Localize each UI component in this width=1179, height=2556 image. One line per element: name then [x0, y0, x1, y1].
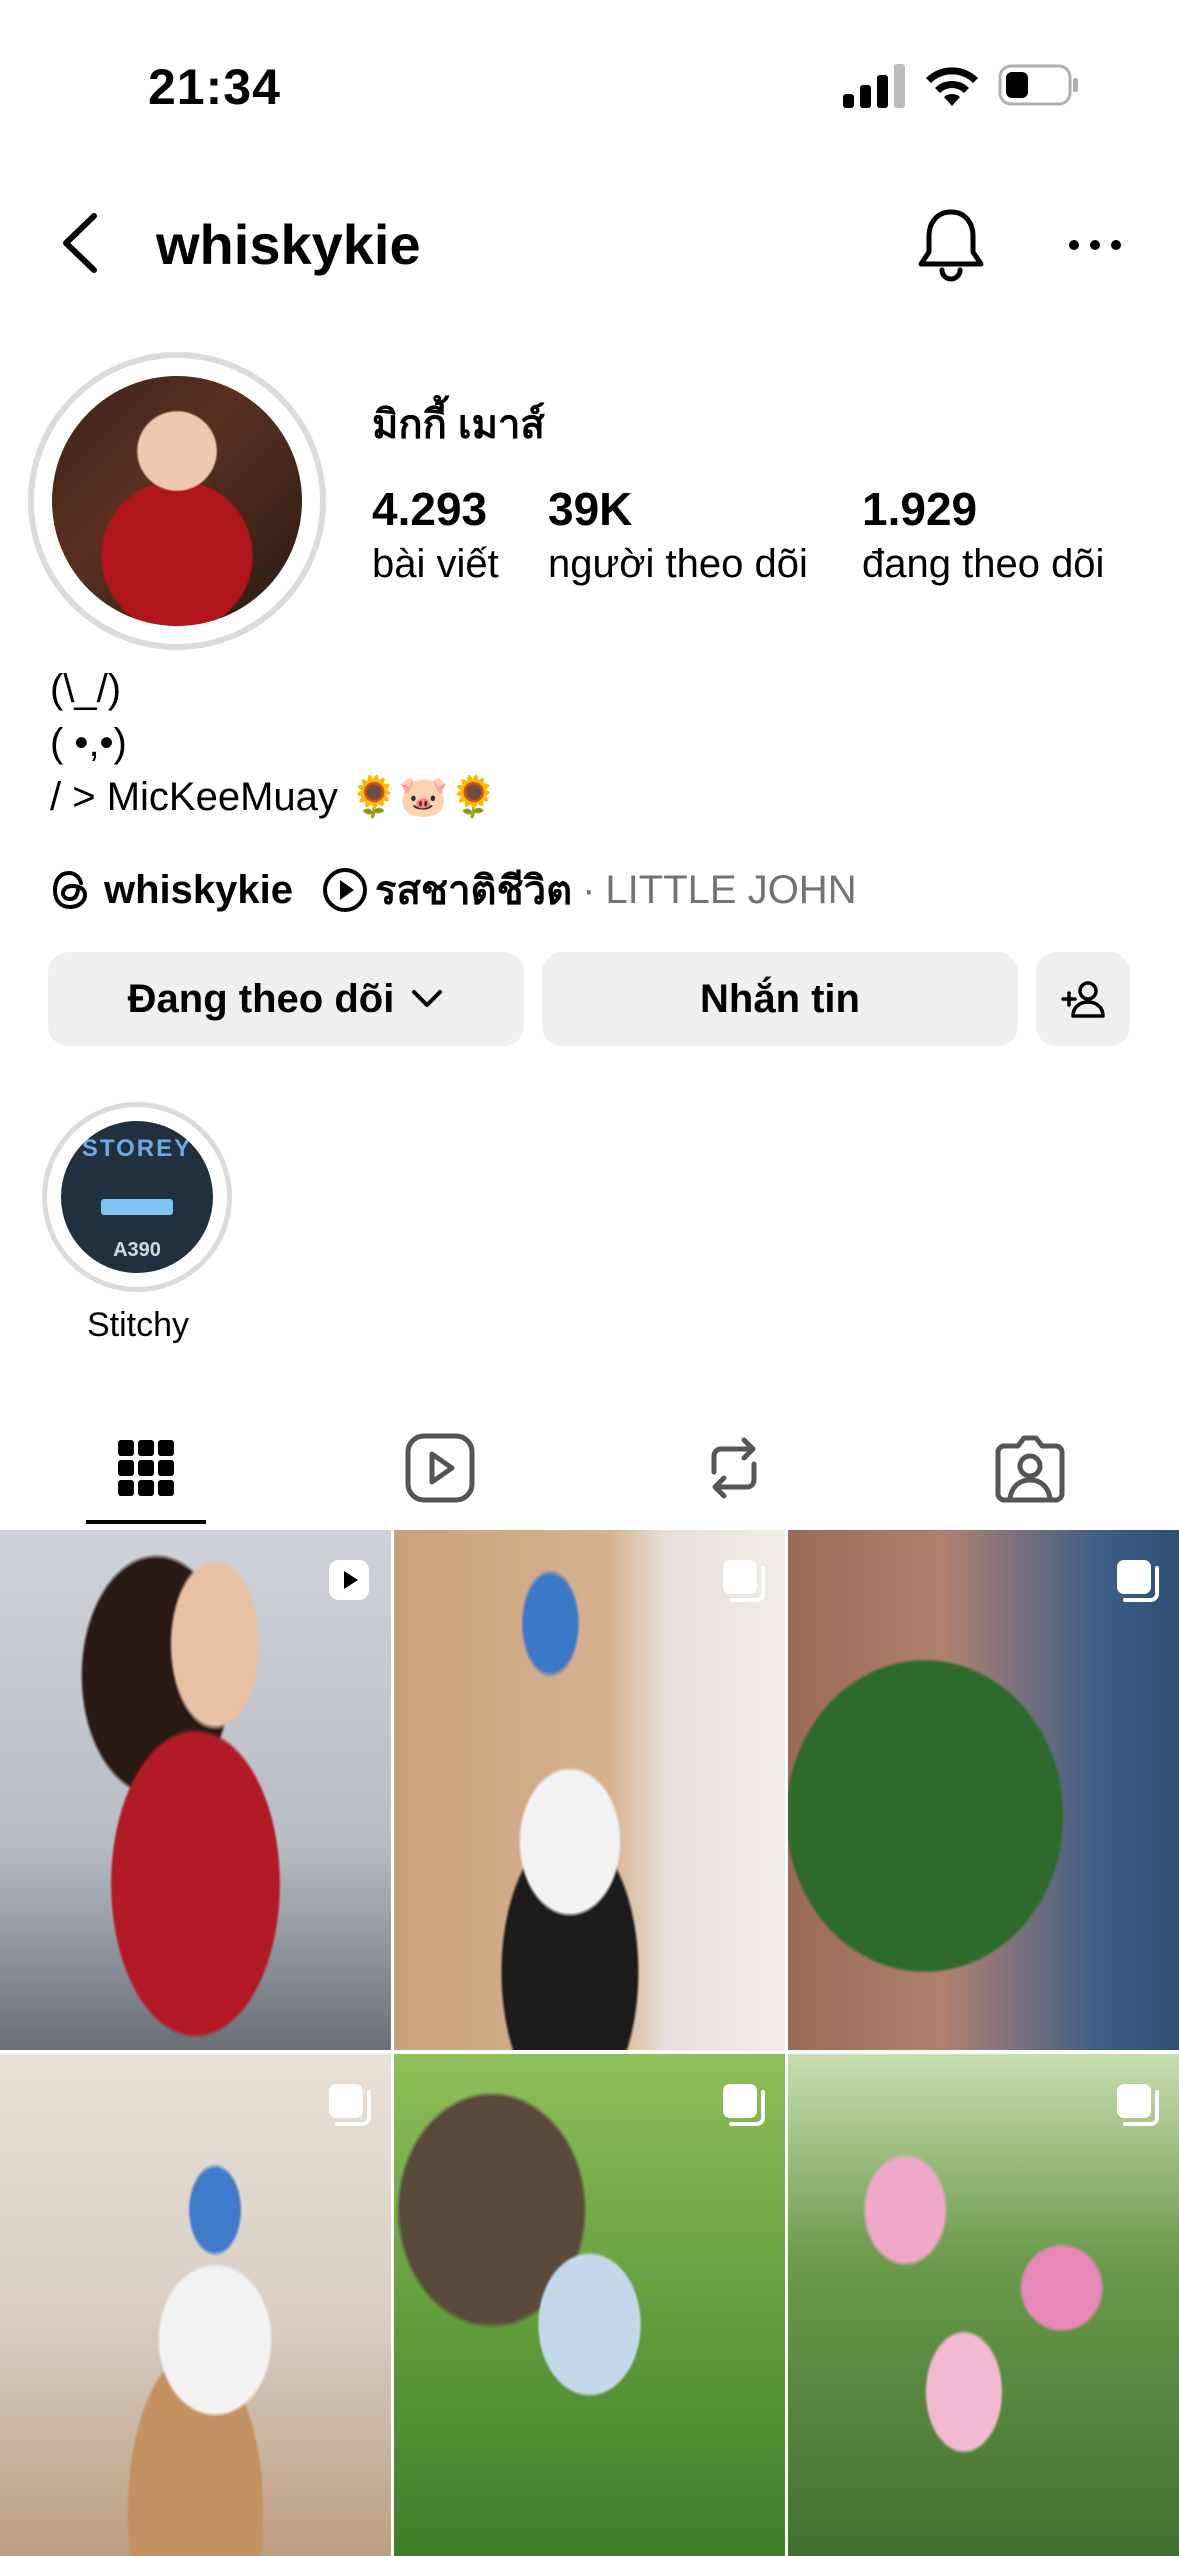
song-separator: ·: [582, 867, 596, 912]
stat-followers-label: người theo dõi: [548, 542, 808, 586]
post-thumbnail[interactable]: [394, 1530, 785, 2050]
bell-icon[interactable]: [914, 204, 988, 284]
profile-links: whiskykie รสชาติชีวิต · LITTLE JOHN: [50, 862, 857, 918]
post-thumbnail[interactable]: [0, 2054, 391, 2556]
carousel-badge-icon: [1117, 2084, 1159, 2126]
stat-posts-value: 4.293: [372, 483, 488, 535]
following-button[interactable]: Đang theo dõi: [48, 952, 524, 1046]
profile-avatar[interactable]: [28, 352, 326, 650]
reels-icon[interactable]: [400, 1428, 480, 1508]
status-bar: 21:34: [0, 0, 1179, 160]
page-title: whiskykie: [156, 213, 421, 276]
reposts-icon[interactable]: [694, 1428, 774, 1508]
back-chevron-icon[interactable]: [52, 208, 112, 278]
post-thumbnail[interactable]: [788, 2054, 1179, 2556]
highlight-cover: STOREY A390: [61, 1121, 213, 1273]
profile-header: whiskykie: [0, 190, 1179, 300]
stat-posts[interactable]: 4.293 bài viết: [372, 482, 499, 587]
stat-following-label: đang theo dõi: [862, 542, 1105, 586]
highlight-label: Stitchy: [86, 1306, 190, 1344]
bio: (\_/) ( •,•) / > MicKeeMuay 🌻🐷🌻: [50, 662, 498, 824]
music-play-icon[interactable]: [321, 866, 369, 914]
battery-icon: [998, 64, 1078, 106]
highlight-cover-banner: [101, 1199, 173, 1215]
song-artist[interactable]: LITTLE JOHN: [605, 868, 856, 913]
message-button[interactable]: Nhắn tin: [542, 952, 1018, 1046]
status-time: 21:34: [148, 59, 281, 115]
carousel-badge-icon: [723, 2084, 765, 2126]
carousel-badge-icon: [329, 2084, 371, 2126]
post-thumbnail[interactable]: [0, 1530, 391, 2050]
wifi-icon: [926, 67, 978, 106]
tagged-icon[interactable]: [990, 1428, 1070, 1508]
chevron-down-icon: [412, 990, 443, 1007]
post-grid: [0, 1530, 1179, 2556]
carousel-badge-icon: [723, 1560, 765, 1602]
bio-line: / > MicKeeMuay 🌻🐷🌻: [50, 775, 499, 819]
more-options-icon[interactable]: [1060, 220, 1130, 270]
stat-following[interactable]: 1.929 đang theo dõi: [862, 482, 1104, 587]
highlight-stitchy[interactable]: STOREY A390: [42, 1102, 232, 1292]
highlight-cover-code: A390: [113, 1239, 161, 1261]
profile-tabs: [0, 1410, 1179, 1528]
stat-followers-value: 39K: [548, 483, 633, 535]
active-tab-indicator: [86, 1520, 206, 1524]
add-user-icon: [1061, 981, 1105, 1018]
bio-line: (\_/): [50, 667, 122, 711]
stat-posts-label: bài viết: [372, 542, 499, 586]
post-thumbnail[interactable]: [394, 2054, 785, 2556]
threads-icon[interactable]: [50, 869, 92, 911]
post-thumbnail[interactable]: [788, 1530, 1179, 2050]
song-title[interactable]: รสชาติชีวิต: [375, 858, 572, 922]
avatar-image: [52, 376, 302, 626]
highlight-cover-title: STOREY: [81, 1135, 193, 1162]
grid-icon[interactable]: [106, 1428, 186, 1508]
bio-line: ( •,•): [50, 721, 127, 765]
threads-link[interactable]: whiskykie: [104, 868, 293, 913]
message-button-label: Nhắn tin: [700, 976, 860, 1021]
reel-badge-icon: [329, 1560, 369, 1600]
following-button-label: Đang theo dõi: [127, 976, 395, 1021]
display-name: มิกกี้ เมาส์: [372, 403, 545, 447]
carousel-badge-icon: [1117, 1560, 1159, 1602]
stat-followers[interactable]: 39K người theo dõi: [548, 482, 808, 587]
stat-following-value: 1.929: [862, 483, 978, 535]
signal-icon: [843, 64, 905, 108]
suggest-users-button[interactable]: [1036, 952, 1130, 1046]
